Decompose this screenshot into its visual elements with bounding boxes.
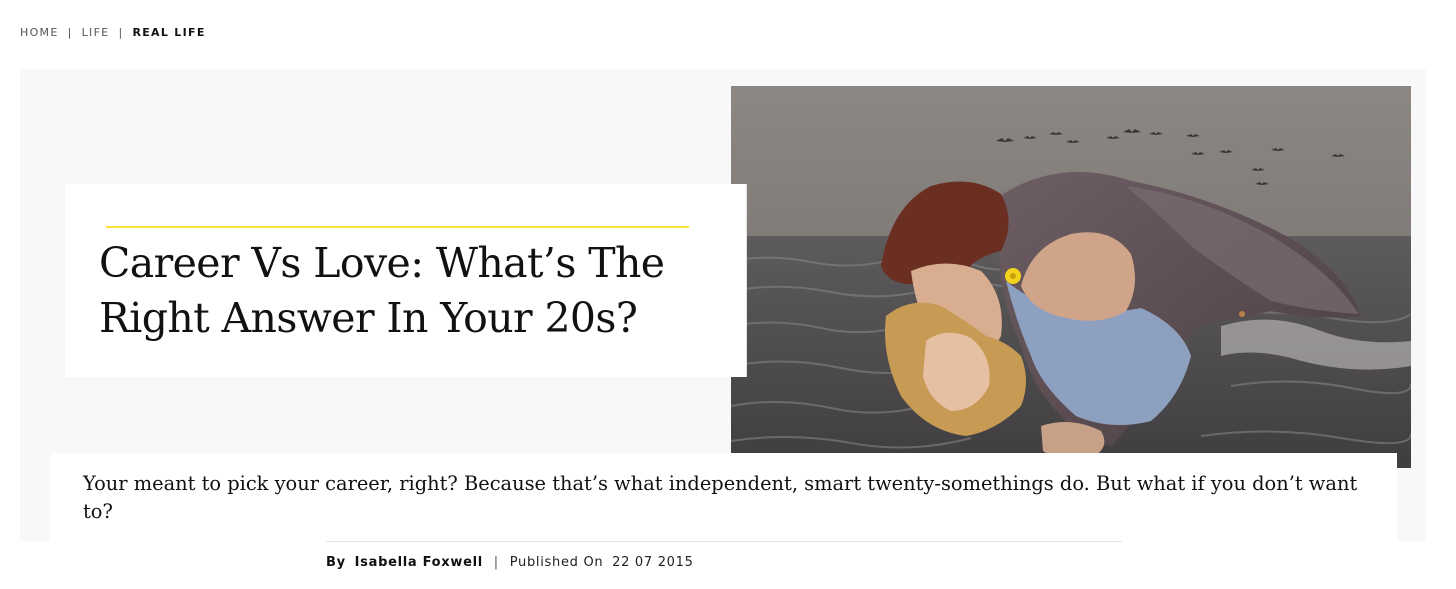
hero-image — [731, 86, 1411, 468]
breadcrumb-separator: | — [67, 26, 73, 39]
byline-by-label: By — [326, 555, 346, 570]
couple-kissing-collage-image — [731, 86, 1411, 468]
breadcrumb-life-link[interactable]: LIFE — [82, 26, 110, 39]
breadcrumb-home-link[interactable]: HOME — [20, 26, 59, 39]
article-title-card: Career Vs Love: What’s The Right Answer … — [65, 184, 747, 377]
article-standfirst-card: Your meant to pick your career, right? B… — [50, 453, 1397, 542]
byline-separator: | — [493, 555, 499, 570]
published-label: Published On — [509, 555, 604, 570]
breadcrumb-separator: | — [118, 26, 124, 39]
breadcrumb-real-life-link[interactable]: REAL LIFE — [132, 26, 205, 39]
byline-divider — [326, 541, 1122, 542]
breadcrumb: HOME | LIFE | REAL LIFE — [20, 26, 206, 39]
article-standfirst: Your meant to pick your career, right? B… — [83, 472, 1358, 523]
author-link[interactable]: Isabella Foxwell — [355, 555, 483, 570]
title-accent-rule — [106, 226, 689, 228]
article-byline: By Isabella Foxwell | Published On 22 07… — [326, 555, 694, 570]
published-date: 22 07 2015 — [612, 555, 694, 570]
article-title: Career Vs Love: What’s The Right Answer … — [99, 239, 665, 342]
